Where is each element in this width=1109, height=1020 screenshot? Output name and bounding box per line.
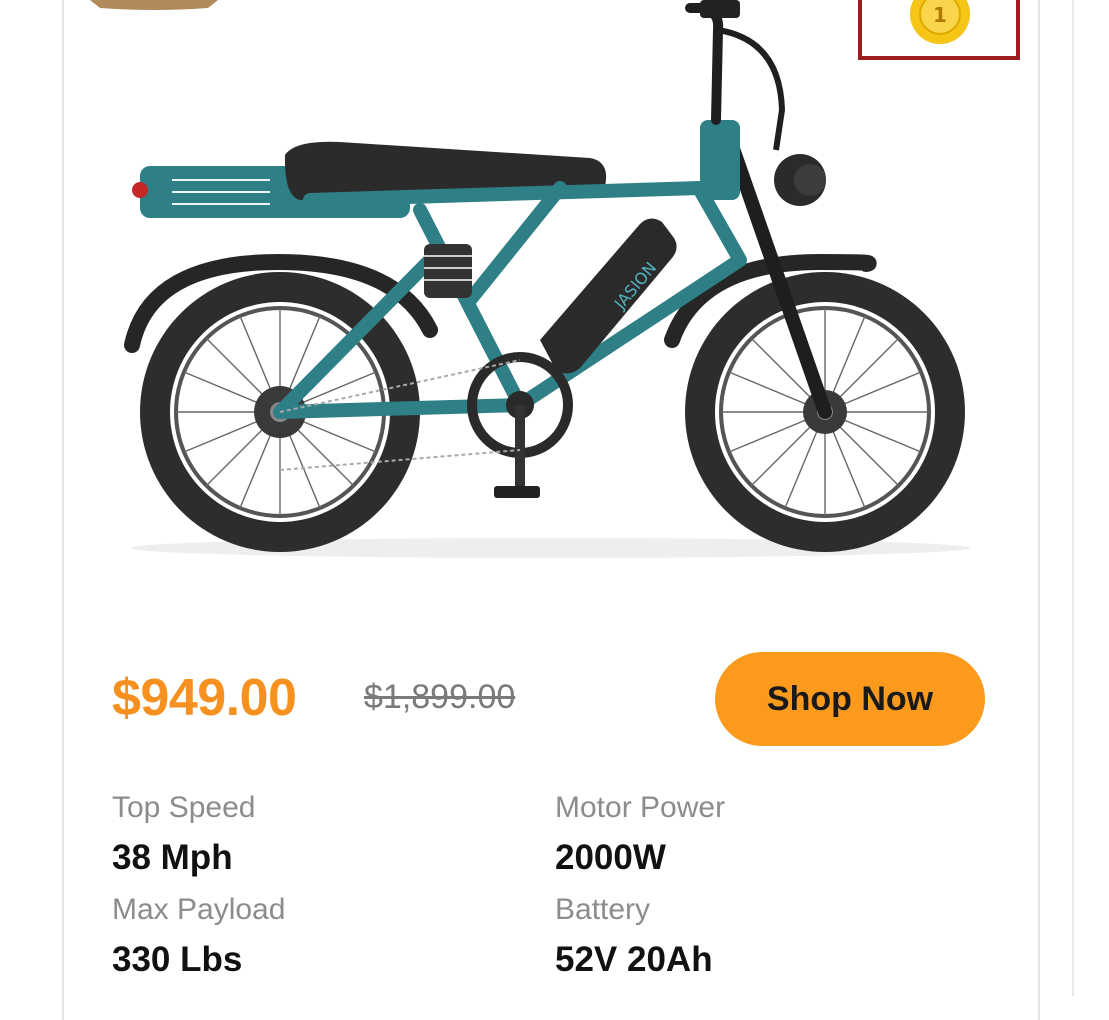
spec-battery: Battery 52V 20Ah [555, 890, 713, 984]
spec-label: Battery [555, 893, 651, 926]
rear-shock [424, 244, 472, 298]
price-row: $949.00 $1,899.00 Shop Now [112, 650, 992, 750]
spec-motor-power: Motor Power 2000W [555, 788, 725, 882]
spec-label: Motor Power [555, 791, 726, 824]
spec-max-payload: Max Payload 330 Lbs [112, 890, 285, 984]
spec-value: 2000W [555, 838, 666, 877]
ebike-product-image[interactable]: JASION [0, 0, 1109, 620]
spec-value: 52V 20Ah [555, 940, 713, 979]
sale-price: $949.00 [112, 669, 297, 727]
spec-label: Top Speed [112, 791, 256, 824]
spec-label: Max Payload [112, 893, 286, 926]
original-price: $1,899.00 [364, 678, 516, 716]
shop-now-button[interactable]: Shop Now [715, 652, 985, 746]
spec-top-speed: Top Speed 38 Mph [112, 788, 255, 882]
spec-value: 330 Lbs [112, 940, 243, 979]
spec-value: 38 Mph [112, 838, 233, 877]
